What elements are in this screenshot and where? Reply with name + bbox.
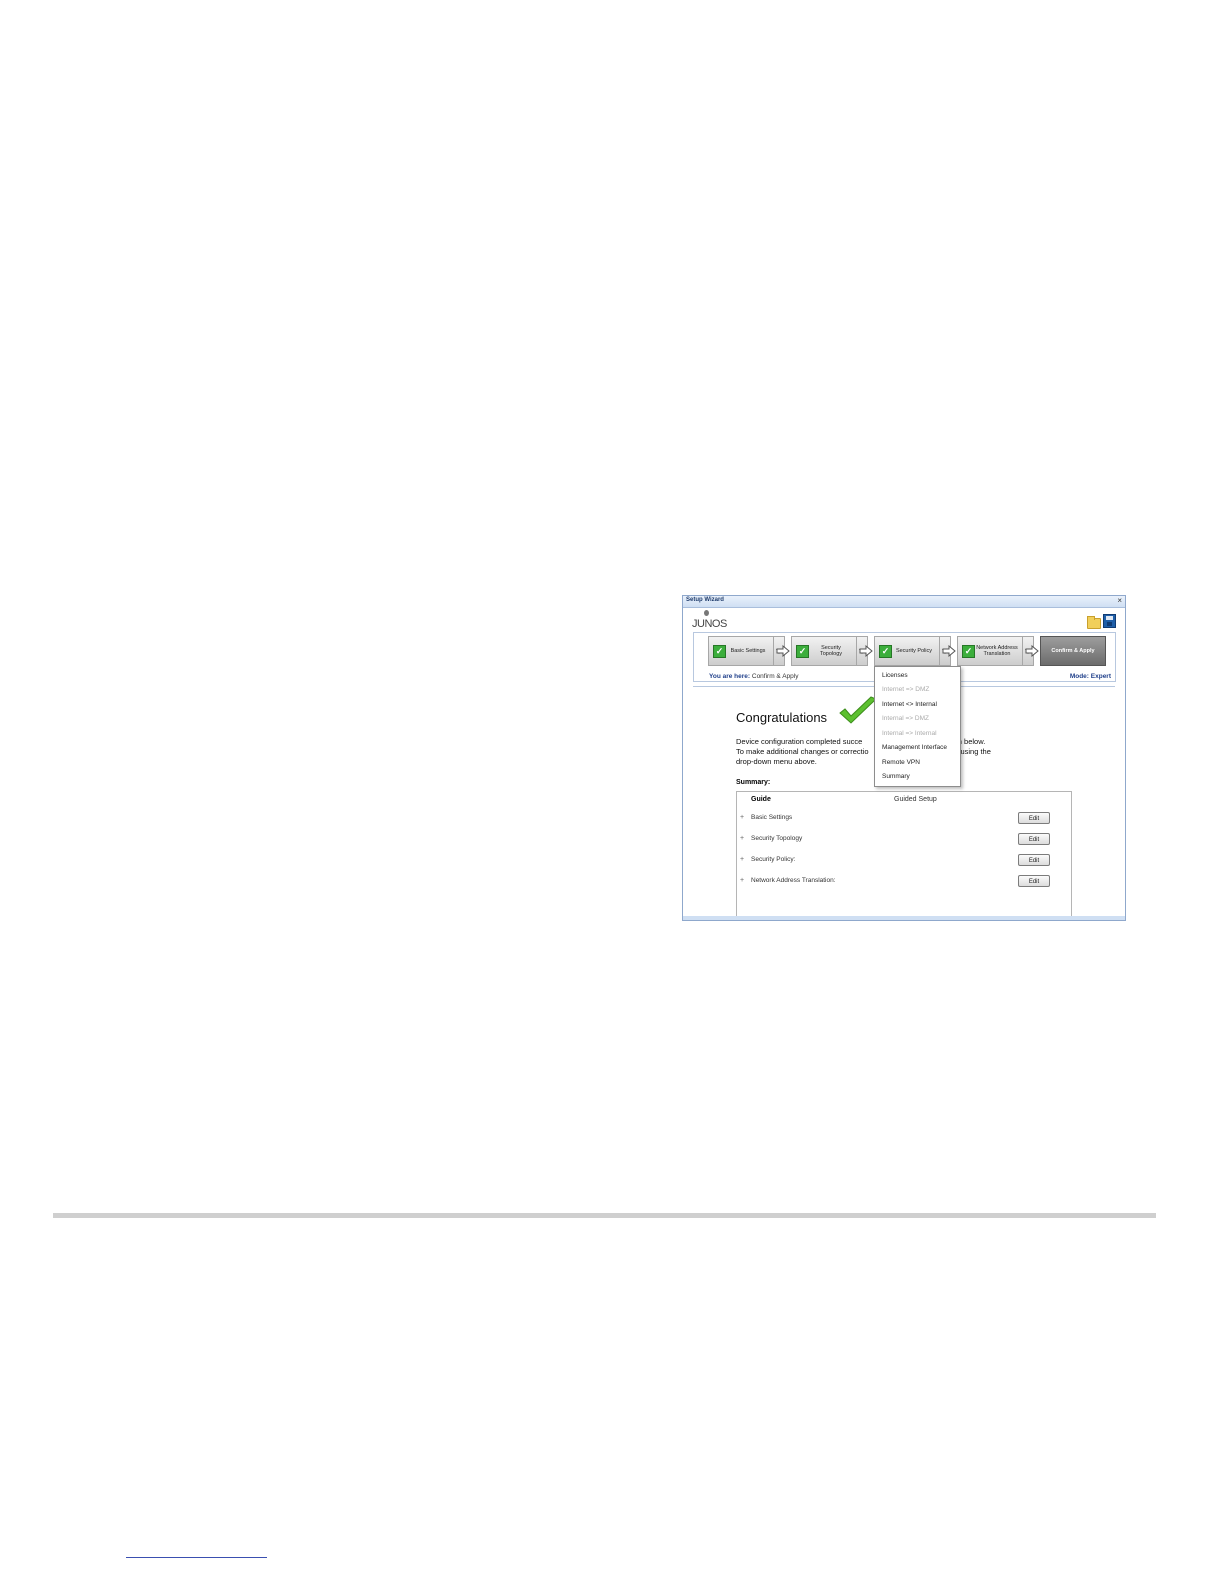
row-label: Basic Settings — [751, 814, 793, 821]
expand-icon[interactable]: + — [740, 856, 745, 863]
page-title: Congratulations — [736, 710, 828, 725]
step-button[interactable]: ✓ Basic Settings — [708, 636, 774, 666]
step-button[interactable]: ✓ Network Address Translation — [957, 636, 1023, 666]
window-bottom-edge — [683, 916, 1125, 920]
folder-icon[interactable] — [1087, 616, 1101, 629]
step-label: Confirm & Apply — [1051, 648, 1095, 654]
menu-item: Internal => Internal — [882, 730, 937, 737]
row-label: Security Policy: — [751, 856, 796, 863]
logo-text: JUNOS — [692, 618, 727, 630]
step-button[interactable]: ✓ Security Topology — [791, 636, 857, 666]
table-row: + Basic Settings Edit — [737, 812, 1071, 828]
message-line: Device configuration completed succe — [736, 737, 863, 746]
success-check-icon — [839, 696, 877, 724]
menu-item[interactable]: Management Interface — [882, 744, 947, 751]
mode-label: Mode: Expert — [1069, 673, 1111, 680]
message-line: To make additional changes or correctio — [736, 747, 869, 756]
menu-item[interactable]: Internet <> Internal — [882, 701, 937, 708]
table-row: + Security Policy: Edit — [737, 854, 1071, 870]
arrow-right-icon — [1025, 645, 1039, 657]
expand-icon[interactable]: + — [740, 877, 745, 884]
table-row: + Network Address Translation: Edit — [737, 875, 1071, 891]
edit-button[interactable]: Edit — [1018, 812, 1050, 824]
security-policy-dropdown-menu: Licenses Internet => DMZ Internet <> Int… — [874, 666, 961, 787]
edit-button[interactable]: Edit — [1018, 854, 1050, 866]
setup-wizard-window: Setup Wizard × JUNOS ✓ Basic Settings ✓ … — [682, 595, 1126, 921]
window-titlebar[interactable]: Setup Wizard × — [683, 596, 1125, 608]
step-button[interactable]: Confirm & Apply — [1040, 636, 1106, 666]
message-line: drop-down menu above. — [736, 757, 817, 766]
menu-item: Internal => DMZ — [882, 715, 929, 722]
checkbox-checked-icon: ✓ — [713, 645, 726, 658]
page-divider — [53, 1213, 1156, 1218]
checkbox-checked-icon: ✓ — [879, 645, 892, 658]
footnote-divider — [126, 1557, 267, 1558]
step-label: Network Address Translation — [976, 645, 1018, 657]
close-icon[interactable]: × — [1117, 596, 1122, 606]
breadcrumb-prefix: You are here: — [709, 673, 751, 680]
menu-item[interactable]: Summary — [882, 773, 910, 780]
summary-table: Guide Guided Setup + Basic Settings Edit… — [736, 791, 1072, 920]
column-header-guided-setup: Guided Setup — [894, 796, 937, 803]
row-label: Security Topology — [751, 835, 803, 842]
logo-mark — [704, 610, 709, 616]
edit-button[interactable]: Edit — [1018, 833, 1050, 845]
junos-logo: JUNOS — [692, 610, 727, 632]
table-row: + Security Topology Edit — [737, 833, 1071, 849]
save-icon[interactable] — [1103, 614, 1116, 628]
row-label: Network Address Translation: — [751, 877, 836, 884]
breadcrumb-value: Confirm & Apply — [751, 673, 799, 680]
menu-item[interactable]: Remote VPN — [882, 759, 920, 766]
expand-icon[interactable]: + — [740, 835, 745, 842]
arrow-right-icon — [859, 645, 873, 657]
menu-item: Internet => DMZ — [882, 686, 930, 693]
checkbox-checked-icon: ✓ — [796, 645, 809, 658]
column-header-guide: Guide — [751, 796, 771, 803]
window-title: Setup Wizard — [686, 597, 724, 603]
edit-button[interactable]: Edit — [1018, 875, 1050, 887]
expand-icon[interactable]: + — [740, 814, 745, 821]
menu-item[interactable]: Licenses — [882, 672, 908, 679]
arrow-right-icon — [942, 645, 956, 657]
step-label: Security Policy — [895, 648, 933, 654]
breadcrumb: You are here: Confirm & Apply — [709, 673, 798, 680]
summary-label: Summary: — [736, 779, 771, 786]
step-label: Security Topology — [819, 645, 843, 657]
step-button[interactable]: ✓ Security Policy — [874, 636, 940, 666]
step-label: Basic Settings — [730, 648, 766, 654]
arrow-right-icon — [776, 645, 790, 657]
checkbox-checked-icon: ✓ — [962, 645, 975, 658]
